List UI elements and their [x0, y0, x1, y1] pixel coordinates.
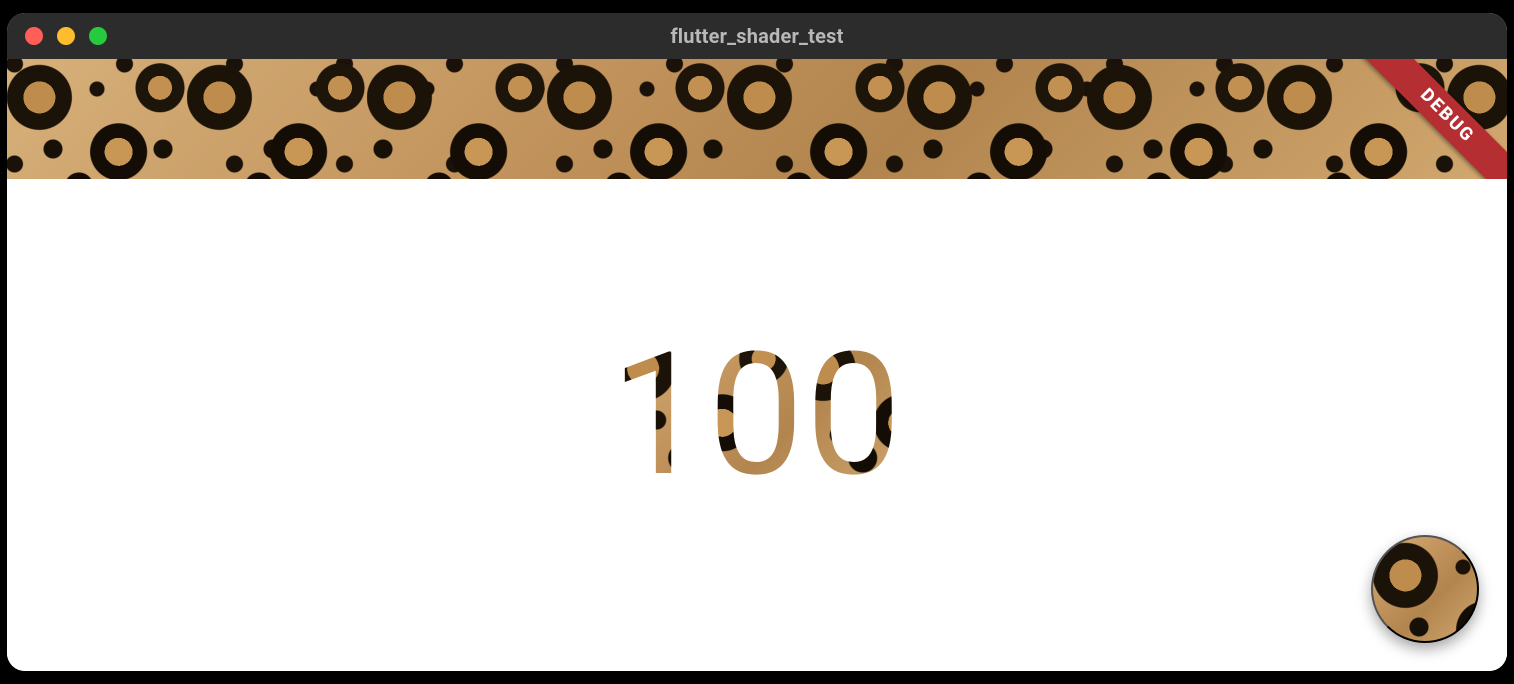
app-bar: [7, 59, 1507, 179]
traffic-lights: [25, 27, 107, 45]
app-content: DEBUG 100: [7, 59, 1507, 671]
minimize-window-button[interactable]: [57, 27, 75, 45]
scaffold-body: 100: [7, 179, 1507, 671]
window-titlebar[interactable]: flutter_shader_test: [7, 13, 1507, 59]
zoom-window-button[interactable]: [89, 27, 107, 45]
screenshot-stage: flutter_shader_test DEBUG 100: [0, 0, 1514, 684]
macos-window: flutter_shader_test DEBUG 100: [7, 13, 1507, 671]
floating-action-button[interactable]: [1371, 535, 1479, 643]
close-window-button[interactable]: [25, 27, 43, 45]
counter-text: 100: [611, 330, 904, 500]
window-title: flutter_shader_test: [7, 24, 1507, 48]
